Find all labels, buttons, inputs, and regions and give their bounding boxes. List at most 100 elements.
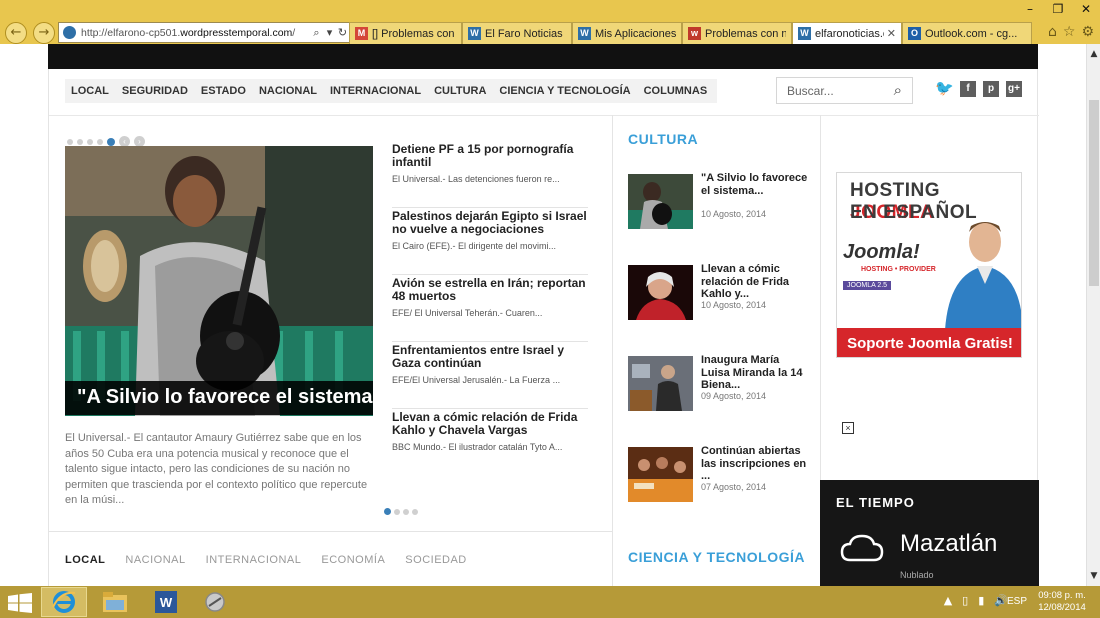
cultura-heading[interactable]: CULTURA [628,131,698,147]
facebook-icon[interactable]: f [960,81,976,97]
news-item[interactable]: Palestinos dejarán Egipto si Israel no v… [392,208,588,275]
wordpress-icon: W [798,27,811,40]
browser-tab[interactable]: W Mis Aplicaciones (... [572,22,682,44]
joomla-logo: Joomla! [843,241,920,263]
nav-item[interactable]: CULTURA [434,85,486,97]
featured-image[interactable] [65,146,373,416]
slider-dot[interactable] [77,138,83,145]
cultura-title[interactable]: Continúan abiertas las inscripciones en … [701,445,809,483]
internet-explorer-icon [52,591,76,613]
cultura-thumbnail[interactable] [628,356,693,411]
taskbar-explorer[interactable] [92,587,138,617]
news-title[interactable]: Palestinos dejarán Egipto si Israel no v… [392,210,588,236]
news-excerpt: El Universal.- Las detenciones fueron re… [392,174,560,184]
close-window-button[interactable]: ✕ [1072,0,1100,18]
cultura-item[interactable]: "A Silvio lo favorece el sistema... 10 Ag… [628,172,808,263]
nav-item[interactable]: NACIONAL [259,85,317,97]
browser-tab[interactable]: W El Faro Noticias - A... [462,22,572,44]
ciencia-heading[interactable]: CIENCIA Y TECNOLOGÍA [628,549,805,565]
social-links: 🐦 f p g+ [935,81,1022,97]
scroll-up-icon[interactable]: ▲ [1087,44,1100,64]
pager-dot[interactable] [403,508,409,515]
tray-arrow-icon[interactable]: ▲ [944,594,952,607]
search-icon[interactable]: ⌕ [310,26,323,40]
nav-item[interactable]: COLUMNAS [644,85,708,97]
category-tab[interactable]: LOCAL [65,554,105,566]
news-title[interactable]: Avión se estrella en Irán; reportan 48 m… [392,277,588,303]
dropdown-icon[interactable]: ▾ [323,26,336,39]
back-button[interactable]: ← [5,22,27,44]
search-input[interactable]: Buscar... [787,84,834,98]
settings-gear-icon[interactable]: ⚙ [1081,24,1094,40]
nav-item[interactable]: SEGURIDAD [122,85,188,97]
home-icon[interactable]: ⌂ [1048,24,1057,40]
pager-dot[interactable] [394,508,400,515]
favorites-star-icon[interactable]: ☆ [1063,24,1076,40]
cultura-item[interactable]: Llevan a cómic relación de Frida Kahlo y… [628,263,808,354]
battery-icon[interactable]: ▯ [962,594,968,607]
minimize-button[interactable]: – [1016,0,1044,18]
language-indicator[interactable]: ESP [1007,596,1027,607]
category-tab[interactable]: SOCIEDAD [405,554,466,566]
cultura-thumbnail[interactable] [628,265,693,320]
nav-item[interactable]: INTERNACIONAL [330,85,421,97]
news-title[interactable]: Detiene PF a 15 por pornografía infantil [392,143,588,169]
scroll-down-icon[interactable]: ▼ [1087,566,1100,586]
volume-icon[interactable]: 🔊 [994,594,1008,607]
vertical-scrollbar[interactable]: ▲ ▼ [1086,44,1100,586]
maximize-button[interactable]: ❐ [1044,0,1072,18]
slider-dot[interactable] [67,138,73,145]
featured-title[interactable]: "A Silvio lo favorece el sistema" [65,381,382,415]
pinterest-icon[interactable]: p [983,81,999,97]
google-plus-icon[interactable]: g+ [1006,81,1022,97]
taskbar-ie[interactable] [41,587,87,617]
browser-tab[interactable]: Welfaronoticias.c...✕ [792,22,902,44]
category-tab[interactable]: INTERNACIONAL [206,554,302,566]
featured-excerpt: El Universal.- El cantautor Amaury Gutié… [65,432,368,506]
browser-tab[interactable]: O Outlook.com - cg... [902,22,1032,44]
taskbar-app[interactable] [192,587,238,617]
news-title[interactable]: Llevan a cómic relación de Frida Kahlo y… [392,411,588,437]
taskbar-word[interactable]: W [143,587,189,617]
cultura-title[interactable]: Llevan a cómic relación de Frida Kahlo y… [701,263,809,301]
cultura-title[interactable]: "A Silvio lo favorece el sistema... [701,172,809,197]
news-item[interactable]: Enfrentamientos entre Israel y Gaza cont… [392,342,588,409]
slider-dot-active[interactable] [107,137,115,146]
news-title[interactable]: Enfrentamientos entre Israel y Gaza cont… [392,344,588,370]
windows-start-icon[interactable] [7,593,33,613]
pager-dot-active[interactable] [384,508,391,515]
twitter-icon[interactable]: 🐦 [935,81,954,97]
nav-item[interactable]: CIENCIA Y TECNOLOGÍA [499,85,630,97]
search-icon[interactable]: ⌕ [894,81,902,99]
news-item[interactable]: Detiene PF a 15 por pornografía infantil… [392,141,588,208]
nav-item[interactable]: LOCAL [71,85,109,97]
pager-dot[interactable] [412,508,418,515]
cultura-title[interactable]: Inaugura María Luisa Miranda la 14 Biena… [701,354,809,392]
slider-dot[interactable] [87,138,93,145]
category-tab[interactable]: ECONOMÍA [321,554,385,566]
browser-tab[interactable]: w Problemas con no... [682,22,792,44]
ad-cta-band[interactable]: Soporte Joomla Gratis! [837,328,1021,357]
joomla-hosting-ad[interactable]: HOSTING JOOMLA EN ESPAÑOL Joomla! HOSTIN… [836,172,1022,358]
forward-button[interactable]: → [33,22,55,44]
cultura-item[interactable]: Inaugura María Luisa Miranda la 14 Biena… [628,354,808,445]
cultura-thumbnail[interactable] [628,447,693,502]
search-box[interactable]: Buscar... ⌕ [776,77,913,104]
news-item[interactable]: Llevan a cómic relación de Frida Kahlo y… [392,409,588,476]
cultura-thumbnail[interactable] [628,174,693,229]
news-item[interactable]: Avión se estrella en Irán; reportan 48 m… [392,275,588,342]
slider-dot[interactable] [97,138,103,145]
address-url[interactable]: http://elfarono-cp501.wordpresstemporal.… [81,27,310,39]
network-icon[interactable]: ▮ [978,594,984,607]
clock[interactable]: 09:08 p. m. 12/08/2014 [1032,590,1092,614]
tab-close-icon[interactable]: ✕ [887,27,896,40]
browser-tab[interactable]: M [] Problemas con n... [349,22,462,44]
nav-item[interactable]: ESTADO [201,85,246,97]
category-tab[interactable]: NACIONAL [125,554,185,566]
news-excerpt: El Cairo (EFE).- El dirigente del movimi… [392,241,557,251]
address-bar[interactable]: http://elfarono-cp501.wordpresstemporal.… [58,22,350,43]
scroll-thumb[interactable] [1089,100,1099,286]
cultura-item[interactable]: Continúan abiertas las inscripciones en … [628,445,808,536]
refresh-icon[interactable]: ↻ [336,26,349,39]
news-excerpt: BBC Mundo.- El ilustrador catalán Tyto A… [392,442,563,452]
